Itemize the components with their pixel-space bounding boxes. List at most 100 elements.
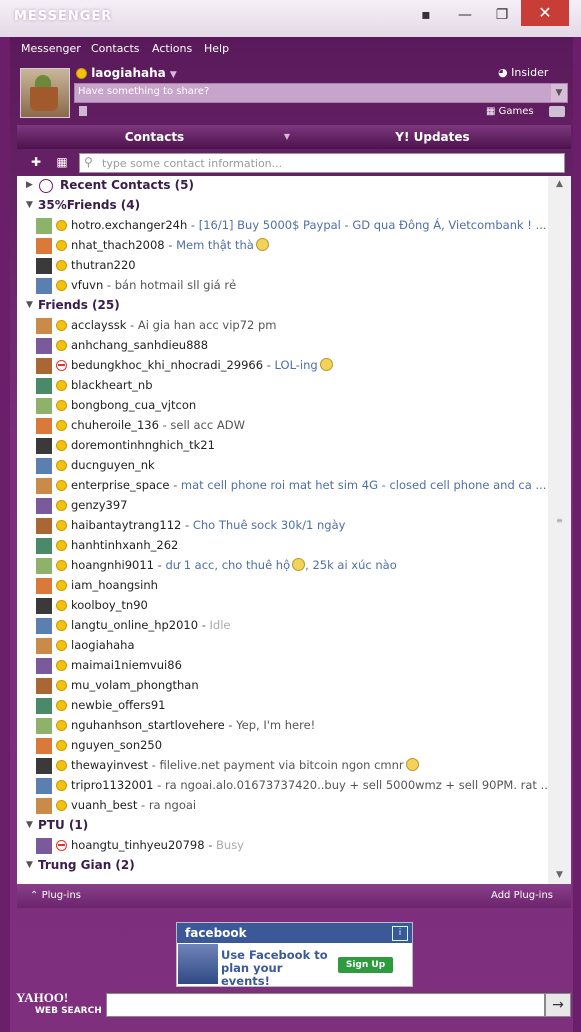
contact-text: acclayssk - Ai gia han acc vip72 pm xyxy=(71,318,277,332)
scroll-thumb[interactable]: ≡ xyxy=(552,516,567,528)
scroll-up-icon[interactable]: ▲ xyxy=(548,176,571,193)
contact-name: vfuvn xyxy=(71,278,104,292)
contact-row[interactable]: langtu_online_hp2010 - Idle xyxy=(17,616,548,636)
contact-row[interactable]: vfuvn - bán hotmail sll giá rẻ xyxy=(17,276,548,296)
group-header[interactable]: ▼ Friends (25) xyxy=(17,296,548,316)
insider-link[interactable]: ◕ Insider xyxy=(498,66,548,79)
contact-row[interactable]: thewayinvest - filelive.net payment via … xyxy=(17,756,548,776)
contact-row[interactable]: hoangtu_tinhyeu20798 - Busy xyxy=(17,836,548,856)
facebook-ad[interactable]: facebook i Use Facebook to plan your eve… xyxy=(176,922,413,988)
group-header[interactable]: ▼ 35%Friends (4) xyxy=(17,196,548,216)
contact-name: langtu_online_hp2010 xyxy=(71,618,199,632)
contact-row[interactable]: maimai1niemvui86 xyxy=(17,656,548,676)
menu-actions[interactable]: Actions xyxy=(152,42,192,55)
contact-text: hoangtu_tinhyeu20798 - Busy xyxy=(71,838,244,852)
contact-avatar xyxy=(36,478,52,494)
contact-avatar xyxy=(36,258,52,274)
status-flag-icon[interactable]: ▪ xyxy=(413,5,439,25)
collapse-arrow-icon: ▼ xyxy=(26,200,33,210)
contact-row[interactable]: acclayssk - Ai gia han acc vip72 pm xyxy=(17,316,548,336)
contact-name: thutran220 xyxy=(71,258,136,272)
contact-search-input[interactable]: ⚲ type some contact information... xyxy=(79,153,565,173)
contact-row[interactable]: hanhtinhxanh_262 xyxy=(17,536,548,556)
minimize-button[interactable]: — xyxy=(452,5,478,25)
contact-row[interactable]: haibantaytrang112 - Cho Thuê sock 30k/1 … xyxy=(17,516,548,536)
contact-row[interactable]: newbie_offers91 xyxy=(17,696,548,716)
profile-name[interactable]: laogiahaha ▼ xyxy=(76,66,177,80)
contact-row[interactable]: tripro1132001 - ra ngoai.alo.01673737420… xyxy=(17,776,548,796)
mobile-icon[interactable] xyxy=(79,106,87,116)
contact-row[interactable]: nguyen_son250 xyxy=(17,736,548,756)
contact-text: genzy397 xyxy=(71,498,127,512)
available-status-icon xyxy=(56,280,67,291)
contact-name: maimai1niemvui86 xyxy=(71,658,182,672)
grid-icon[interactable]: ▦ xyxy=(53,154,71,170)
contact-row[interactable]: laogiahaha xyxy=(17,636,548,656)
ad-brand: facebook xyxy=(185,926,247,940)
contact-row[interactable]: blackheart_nb xyxy=(17,376,548,396)
group-header[interactable]: ▼ Trung Gian (2) xyxy=(17,856,548,876)
tab-contacts[interactable]: Contacts xyxy=(17,125,292,149)
contact-row[interactable]: ducnguyen_nk xyxy=(17,456,548,476)
contact-row[interactable]: anhchang_sanhdieu888 xyxy=(17,336,548,356)
contact-row[interactable]: thutran220 xyxy=(17,256,548,276)
contact-row[interactable]: doremontinhnghich_tk21 xyxy=(17,436,548,456)
contact-status-message: ra ngoai xyxy=(148,798,197,812)
contact-text: hanhtinhxanh_262 xyxy=(71,538,178,552)
contact-name: bongbong_cua_vjtcon xyxy=(71,398,197,412)
contact-row[interactable]: nguhanhson_startlovehere - Yep, I'm here… xyxy=(17,716,548,736)
chevron-down-icon[interactable]: ▼ xyxy=(280,125,294,149)
contact-row[interactable]: vuanh_best - ra ngoai xyxy=(17,796,548,816)
contact-row[interactable]: hoangnhi9011 - dư 1 acc, cho thuê hộ , 25… xyxy=(17,556,548,576)
contacts-toolbar: ✚ ▦ ⚲ type some contact information... xyxy=(17,150,571,176)
contact-text: enterprise_space - mat cell phone roi ma… xyxy=(71,478,546,492)
scrollbar[interactable]: ▲ ≡ ▼ xyxy=(548,176,571,884)
group-label: 35%Friends (4) xyxy=(38,198,141,212)
add-plugins-link[interactable]: Add Plug-ins xyxy=(491,890,553,901)
mail-icon[interactable] xyxy=(549,106,565,117)
ad-signup-button[interactable]: Sign Up xyxy=(338,957,393,973)
contact-row[interactable]: enterprise_space - mat cell phone roi ma… xyxy=(17,476,548,496)
contact-row[interactable]: nhat_thach2008 - Mem thật thà xyxy=(17,236,548,256)
contact-name: hotro.exchanger24h xyxy=(71,218,188,232)
group-recent-contacts[interactable]: ▶ Recent Contacts (5) xyxy=(17,176,548,196)
web-search-input[interactable] xyxy=(106,993,545,1017)
plugins-button[interactable]: ⌃ Plug-ins xyxy=(30,890,81,901)
contact-row[interactable]: chuheroile_136 - sell acc ADW xyxy=(17,416,548,436)
contact-name: anhchang_sanhdieu888 xyxy=(71,338,209,352)
contact-row[interactable]: iam_hoangsinh xyxy=(17,576,548,596)
scroll-down-icon[interactable]: ▼ xyxy=(548,867,571,884)
contact-row[interactable]: koolboy_tn90 xyxy=(17,596,548,616)
contact-text: nguyen_son250 xyxy=(71,738,162,752)
menu-messenger[interactable]: Messenger xyxy=(21,42,81,55)
contact-avatar xyxy=(36,638,52,654)
contact-row[interactable]: mu_volam_phongthan xyxy=(17,676,548,696)
contact-row[interactable]: bongbong_cua_vjtcon xyxy=(17,396,548,416)
contact-row[interactable]: genzy397 xyxy=(17,496,548,516)
separator: - xyxy=(198,618,210,632)
available-status-icon xyxy=(56,400,67,411)
menu-help[interactable]: Help xyxy=(204,42,229,55)
menu-contacts[interactable]: Contacts xyxy=(91,42,140,55)
close-button[interactable]: ✕ xyxy=(521,0,569,26)
chevron-down-icon[interactable]: ▼ xyxy=(551,84,567,102)
title-bar[interactable]: MESSENGER ▪ — ❐ ✕ xyxy=(0,0,581,37)
avatar[interactable] xyxy=(20,68,70,118)
contact-row[interactable]: hotro.exchanger24h - [16/1] Buy 5000$ Pa… xyxy=(17,216,548,236)
expand-arrow-icon: ▶ xyxy=(26,180,33,190)
available-status-icon xyxy=(56,540,67,551)
add-contact-icon[interactable]: ✚ xyxy=(27,154,45,170)
share-input[interactable]: Have something to share? ▼ xyxy=(74,83,568,103)
tab-updates[interactable]: Y! Updates xyxy=(294,125,571,149)
contact-avatar xyxy=(36,338,52,354)
contact-list[interactable]: ▶ Recent Contacts (5) ▼ 35%Friends (4) hot… xyxy=(17,176,548,884)
group-header[interactable]: ▼ PTU (1) xyxy=(17,816,548,836)
maximize-button[interactable]: ❐ xyxy=(489,5,515,25)
games-button[interactable]: ▦ Games xyxy=(486,106,534,117)
available-status-icon xyxy=(56,720,67,731)
contact-avatar xyxy=(36,738,52,754)
available-status-icon xyxy=(56,480,67,491)
contact-row[interactable]: bedungkhoc_khi_nhocradi_29966 - LOL-ing xyxy=(17,356,548,376)
ad-info-icon[interactable]: i xyxy=(392,926,408,941)
web-search-go-button[interactable]: → xyxy=(545,993,571,1017)
